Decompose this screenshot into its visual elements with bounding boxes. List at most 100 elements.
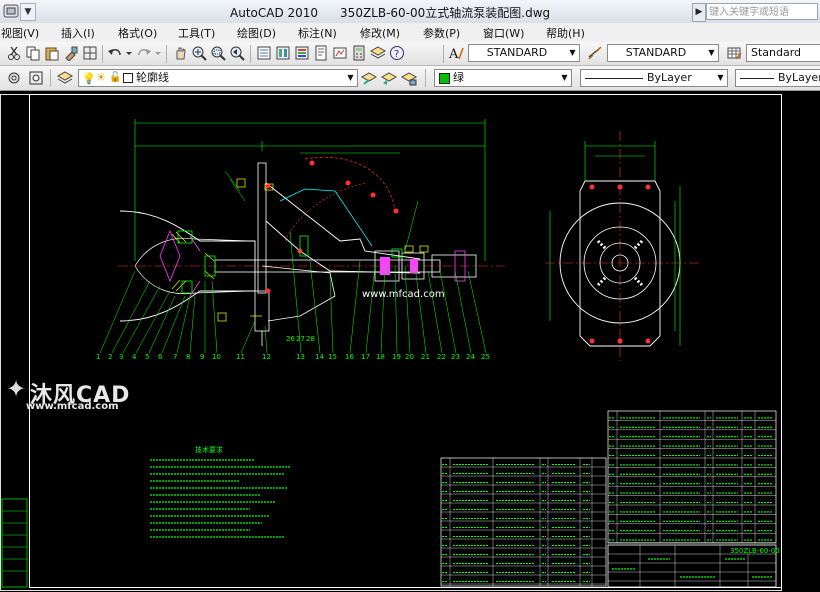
dimension-style-select[interactable]: STANDARD ▼ [607,44,719,62]
logo-icon: ✦ [6,375,27,403]
menu-format[interactable]: 格式(O) [118,25,157,41]
balloon-17: 17 [361,353,370,361]
color-select[interactable]: 绿 ▼ [434,69,572,87]
quickcalc-icon[interactable] [351,45,367,61]
bom-table-left [440,457,607,587]
block-editor-icon[interactable] [82,45,98,61]
balloon-12: 12 [262,353,271,361]
text-style-select[interactable]: STANDARD ▼ [468,44,580,62]
tool-palettes-icon[interactable] [294,45,310,61]
sheet-set-icon[interactable] [313,45,329,61]
chevron-down-icon: ▼ [561,73,568,82]
layer-state-icon[interactable] [400,70,418,86]
table-style-select[interactable]: Standard [746,44,820,62]
layers-toolbar: 💡 ☀ 🔓 轮廓线 ▼ 绿 ▼ ByLayer ▼ ByLayer [0,66,820,91]
undo-icon[interactable] [107,45,123,61]
window-title: AutoCAD 2010 350ZLB-60-00立式轴流泵装配图.dwg [230,4,550,21]
unlock-icon: 🔓 [109,72,122,83]
undo-dropdown-icon[interactable] [124,45,134,61]
svg-text:A: A [448,47,459,61]
table-style-icon[interactable] [726,45,742,61]
chevron-down-icon: ▼ [708,48,715,57]
layer-color-swatch [123,73,133,83]
lineweight-select[interactable]: ByLayer [735,69,820,87]
balloon-8: 8 [186,353,190,361]
properties-icon[interactable] [256,45,272,61]
standard-toolbar: ? A STANDARD ▼ STANDARD ▼ Standard [0,42,820,66]
watermark-center-url: www.mfcad.com [362,289,445,300]
chevron-down-icon: ▼ [347,73,354,82]
help-icon[interactable]: ? [389,45,405,61]
linetype-select[interactable]: ByLayer ▼ [580,69,728,87]
text-style-icon[interactable]: A [448,45,464,62]
autocad-app-icon[interactable] [3,3,19,19]
title-block: 350ZLB-60-00 [607,544,780,588]
cut-icon[interactable] [6,45,22,61]
left-strip-lines [2,510,27,572]
menu-bar: 视图(V) 插入(I) 格式(O) 工具(T) 绘图(D) 标注(N) 修改(M… [0,23,820,43]
markup-set-icon[interactable] [332,45,348,61]
current-linetype: ByLayer [647,71,692,84]
make-current-layer-icon[interactable] [360,70,378,86]
quick-access-dropdown[interactable]: ▼ [20,3,36,21]
toolbar-separator [250,45,251,63]
balloon-11: 11 [236,353,245,361]
balloon-7: 7 [173,353,177,361]
layer-previous-icon[interactable] [380,70,398,86]
balloon-13: 13 [296,353,305,361]
notes-title: 技术要求 [195,445,223,454]
menu-tools[interactable]: 工具(T) [178,25,215,41]
layer-select[interactable]: 💡 ☀ 🔓 轮廓线 ▼ [78,69,358,87]
balloon-15: 15 [328,353,337,361]
design-center-icon[interactable] [275,45,291,61]
paste-icon[interactable] [44,45,60,61]
leader-lines [99,170,487,354]
drawing-canvas[interactable]: 1 2 3 4 5 6 7 8 9 10 11 12 13 14 15 16 1… [0,91,820,592]
balloon-28: 28 [306,335,315,343]
notes-lines [150,459,290,538]
dimension-style-value: STANDARD [625,46,687,59]
menu-dimension[interactable]: 标注(N) [298,25,337,41]
linetype-sample [585,78,643,79]
part-number-balloons: 1 2 3 4 5 6 7 8 9 10 11 12 13 14 15 16 1… [96,335,490,361]
menu-insert[interactable]: 插入(I) [61,25,95,41]
lineweight-sample [740,78,774,79]
copy-icon[interactable] [25,45,41,61]
redo-icon[interactable] [136,45,152,61]
title-block-code: 350ZLB-60-00 [730,547,780,555]
title-bar: ▼ AutoCAD 2010 350ZLB-60-00立式轴流泵装配图.dwg ▶… [0,0,820,24]
menu-help[interactable]: 帮助(H) [546,25,585,41]
pump-end-view [545,131,700,361]
layer-properties-icon[interactable] [56,70,74,86]
menu-parametric[interactable]: 参数(P) [423,25,460,41]
search-expand-button[interactable]: ▶ [692,3,706,22]
zoom-realtime-icon[interactable] [191,45,207,61]
balloon-18: 18 [376,353,385,361]
left-strip-table [1,498,28,588]
technical-requirements: 技术要求 [150,445,290,538]
menu-draw[interactable]: 绘图(D) [237,25,276,41]
match-properties-icon[interactable] [63,45,79,62]
toolbar-separator [50,69,51,87]
balloon-20: 20 [405,353,414,361]
zoom-window-icon[interactable] [210,45,226,61]
search-input[interactable]: 键入关键字或短语 [706,3,818,20]
file-name: 350ZLB-60-00立式轴流泵装配图.dwg [340,6,551,20]
redo-dropdown-icon[interactable] [153,45,163,61]
bom-table-right [607,410,777,544]
menu-modify[interactable]: 修改(M) [360,25,400,41]
zoom-previous-icon[interactable] [229,45,245,61]
workspace-icon[interactable] [28,70,44,86]
menu-window[interactable]: 窗口(W) [483,25,524,41]
balloon-14: 14 [315,353,324,361]
menu-view[interactable]: 视图(V) [1,25,39,41]
balloon-26: 26 [286,335,295,343]
balloon-23: 23 [451,353,460,361]
balloon-16: 16 [345,353,354,361]
dimension-style-icon[interactable] [587,45,603,61]
pan-icon[interactable] [172,45,188,61]
workspace-settings-icon[interactable] [6,70,22,86]
chevron-down-icon: ▼ [569,48,576,57]
toolbar-separator [102,45,103,63]
layer-icon[interactable] [369,45,387,61]
